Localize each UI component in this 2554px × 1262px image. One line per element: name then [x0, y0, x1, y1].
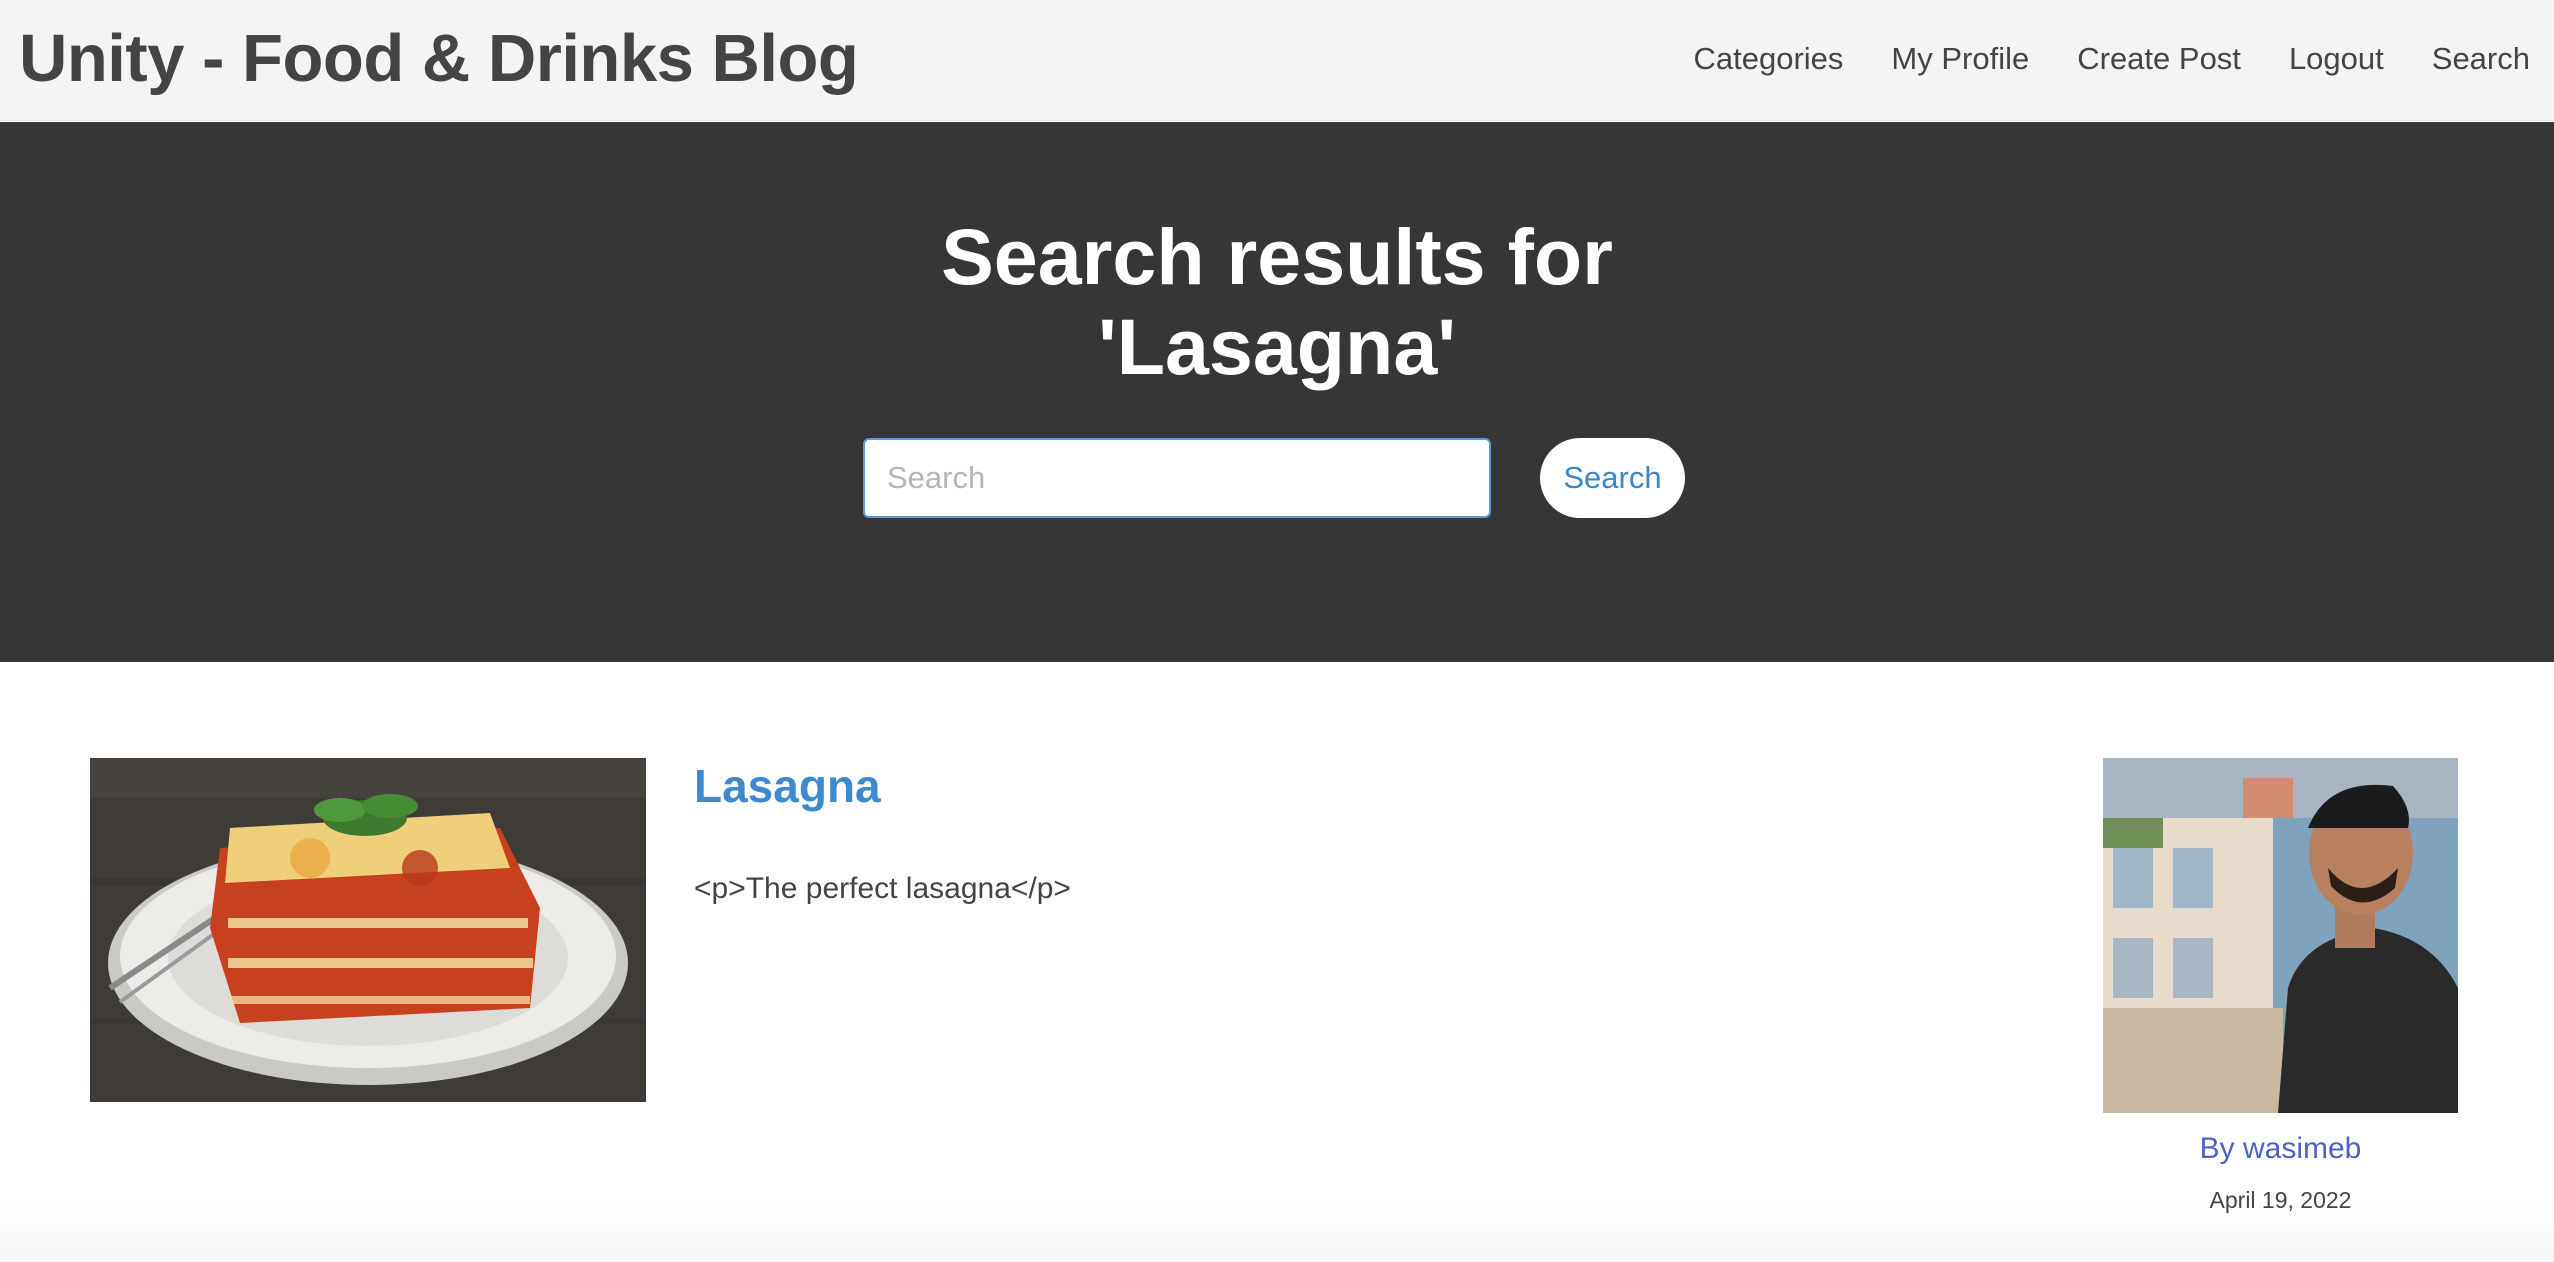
site-brand[interactable]: Unity - Food & Drinks Blog	[19, 18, 859, 100]
post-excerpt: <p>The perfect lasagna</p>	[694, 872, 1071, 905]
nav-link-create-post[interactable]: Create Post	[2077, 36, 2241, 82]
nav-link-my-profile[interactable]: My Profile	[1891, 36, 2029, 82]
lasagna-photo[interactable]	[90, 758, 646, 1102]
nav-links: Categories My Profile Create Post Logout…	[1694, 36, 2531, 82]
nav-link-search[interactable]: Search	[2432, 36, 2530, 82]
content-bottom-shadow	[0, 1200, 2554, 1262]
nav-link-logout[interactable]: Logout	[2289, 36, 2384, 82]
search-button[interactable]: Search	[1540, 438, 1685, 518]
top-navbar: Unity - Food & Drinks Blog Categories My…	[0, 0, 2554, 121]
search-input[interactable]	[863, 438, 1491, 518]
page-title: Search results for 'Lasagna'	[0, 212, 2554, 392]
search-hero: Search results for 'Lasagna' Search	[0, 122, 2554, 662]
page-title-line-2: 'Lasagna'	[1097, 302, 1457, 391]
nav-link-categories[interactable]: Categories	[1694, 36, 1844, 82]
post-title-link[interactable]: Lasagna	[694, 758, 881, 814]
author-photo[interactable]	[2103, 758, 2458, 1113]
page-title-line-1: Search results for	[941, 212, 1613, 301]
post-author-link[interactable]: By wasimeb	[2103, 1130, 2458, 1168]
